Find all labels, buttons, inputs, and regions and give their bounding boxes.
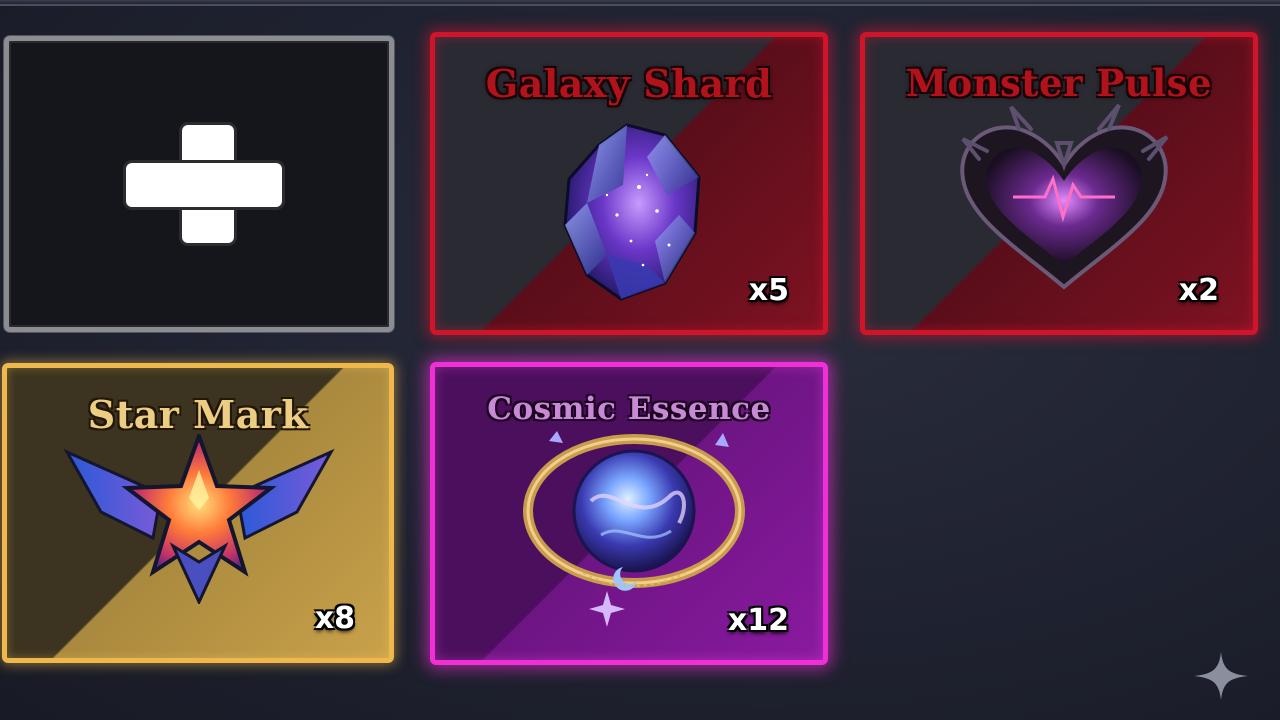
item-name: Star Mark (87, 392, 309, 437)
item-name: Cosmic Essence (487, 391, 771, 427)
galaxy-shard-crystal-icon (563, 123, 701, 301)
item-slot-cosmic-essence[interactable]: Cosmic Essence x12 (430, 362, 828, 665)
top-divider (0, 0, 1280, 6)
add-item-slot[interactable] (4, 36, 394, 332)
cosmic-orb-amulet-icon (523, 431, 745, 627)
monster-heart-pulse-icon (960, 103, 1169, 290)
winged-star-emblem-icon (63, 434, 335, 604)
item-name: Monster Pulse (905, 61, 1213, 105)
plus-icon (126, 125, 282, 243)
item-count: x12 (727, 603, 789, 638)
item-slot-monster-pulse[interactable]: Monster Pulse x2 (860, 32, 1258, 335)
item-slot-star-mark[interactable]: Star Mark x8 (2, 363, 394, 663)
item-count: x8 (314, 601, 355, 636)
item-count: x5 (748, 273, 789, 308)
item-count: x2 (1178, 273, 1219, 308)
sparkle-icon (1194, 652, 1248, 700)
item-slot-galaxy-shard[interactable]: Galaxy Shard x5 (430, 32, 828, 335)
item-name: Galaxy Shard (485, 61, 773, 106)
